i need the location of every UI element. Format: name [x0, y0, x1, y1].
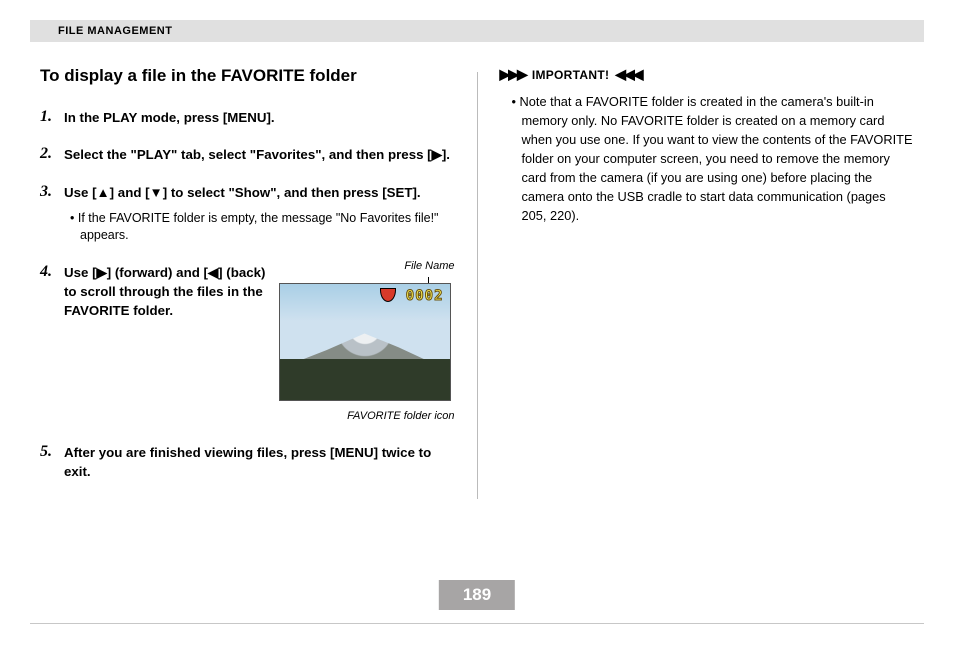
file-name-label: File Name — [404, 259, 454, 275]
step-1: 1. In the PLAY mode, press [MENU]. — [40, 108, 459, 127]
page-number: 189 — [439, 580, 515, 610]
step-number: 5. — [40, 443, 64, 482]
right-column: ▶▶▶ IMPORTANT! ◀◀◀ Note that a FAVORITE … — [478, 66, 915, 499]
footer-rule — [30, 623, 924, 624]
step-number: 4. — [40, 263, 64, 425]
page-footer: 189 — [30, 623, 924, 624]
preview-image: 0002 — [279, 283, 451, 401]
important-label: IMPORTANT! — [532, 68, 609, 82]
step-2: 2. Select the "PLAY" tab, select "Favori… — [40, 145, 459, 164]
file-number: 0002 — [406, 286, 444, 306]
favorite-caption: FAVORITE folder icon — [279, 409, 455, 425]
step-5: 5. After you are finished viewing files,… — [40, 443, 459, 482]
section-title: To display a file in the FAVORITE folder — [40, 66, 459, 86]
step-3-note: If the FAVORITE folder is empty, the mes… — [80, 210, 459, 245]
marker-back-icon: ◀◀◀ — [615, 66, 641, 83]
figure: File Name 0002 FAVORITE folder icon — [279, 263, 459, 425]
step-4: 4. Use [▶] (forward) and [◀] (back) to s… — [40, 263, 459, 425]
step-number: 3. — [40, 183, 64, 245]
step-text: In the PLAY mode, press [MENU]. — [64, 108, 459, 127]
section-header-text: FILE MANAGEMENT — [58, 25, 172, 37]
important-note: Note that a FAVORITE folder is created i… — [522, 93, 915, 226]
left-column: To display a file in the FAVORITE folder… — [40, 66, 477, 499]
important-heading: ▶▶▶ IMPORTANT! ◀◀◀ — [500, 66, 915, 83]
step-3-text: Use [▲] and [▼] to select "Show", and th… — [64, 185, 421, 200]
step-3: 3. Use [▲] and [▼] to select "Show", and… — [40, 183, 459, 245]
step-text: After you are finished viewing files, pr… — [64, 443, 459, 482]
step-number: 1. — [40, 108, 64, 127]
step-text: Use [▲] and [▼] to select "Show", and th… — [64, 183, 459, 245]
marker-forward-icon: ▶▶▶ — [500, 66, 526, 83]
step-text: Select the "PLAY" tab, select "Favorites… — [64, 145, 459, 164]
step-4-text: Use [▶] (forward) and [◀] (back) to scro… — [64, 263, 279, 425]
step-body: Use [▶] (forward) and [◀] (back) to scro… — [64, 263, 459, 425]
step-number: 2. — [40, 145, 64, 164]
section-header: FILE MANAGEMENT — [30, 20, 924, 42]
